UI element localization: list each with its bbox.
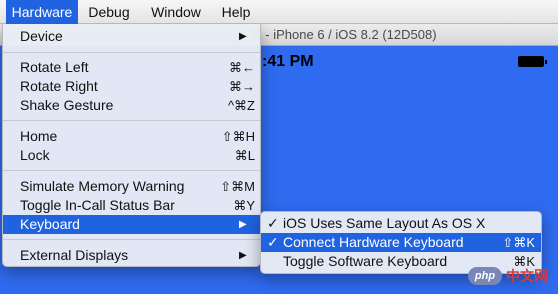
submenu-arrow-icon: ▶: [239, 250, 247, 261]
watermark: php 中文网: [468, 262, 556, 290]
shortcut-home: ⇧⌘H: [221, 129, 255, 144]
menu-separator: [3, 52, 260, 53]
menu-item-external-displays[interactable]: External Displays ▶: [3, 246, 260, 265]
shortcut-shake-gesture: ^⌘Z: [227, 98, 255, 113]
menu-item-shake-gesture[interactable]: Shake Gesture ^⌘Z: [3, 96, 260, 115]
menu-debug[interactable]: Debug: [82, 0, 136, 24]
shortcut-connect-hardware-keyboard: ⇧⌘K: [502, 235, 535, 250]
menu-separator: [3, 239, 260, 240]
menu-item-rotate-right-label: Rotate Right: [20, 78, 98, 94]
menu-item-rotate-left-label: Rotate Left: [20, 59, 89, 75]
hardware-menu: Device ▶ Rotate Left ⌘← Rotate Right ⌘→ …: [2, 24, 261, 267]
menu-item-lock[interactable]: Lock ⌘L: [3, 146, 260, 165]
submenu-arrow-icon: ▶: [239, 31, 247, 42]
submenu-arrow-icon: ▶: [239, 219, 247, 230]
checkmark-icon: ✓: [267, 215, 279, 231]
menu-hardware[interactable]: Hardware: [6, 0, 78, 24]
shortcut-rotate-right: ⌘→: [229, 79, 255, 94]
simulator-window-title: S - iPhone 6 / iOS 8.2 (12D508): [253, 27, 437, 42]
checkmark-icon: ✓: [267, 234, 279, 250]
battery-icon: [518, 56, 547, 67]
menu-item-device-label: Device: [20, 28, 63, 44]
menu-item-toggle-in-call-status-bar-label: Toggle In-Call Status Bar: [20, 197, 175, 213]
menu-separator: [3, 120, 260, 121]
shortcut-lock: ⌘L: [234, 148, 255, 163]
submenu-item-toggle-software-keyboard-label: Toggle Software Keyboard: [283, 253, 448, 269]
menu-item-keyboard-label: Keyboard: [20, 216, 80, 232]
menu-item-toggle-in-call-status-bar[interactable]: Toggle In-Call Status Bar ⌘Y: [3, 196, 260, 215]
menu-item-simulate-memory-warning-label: Simulate Memory Warning: [20, 178, 185, 194]
menu-item-keyboard[interactable]: Keyboard ▶: [3, 215, 260, 234]
menu-item-home[interactable]: Home ⇧⌘H: [3, 127, 260, 146]
watermark-text: 中文网: [506, 268, 548, 284]
menu-window[interactable]: Window: [144, 0, 208, 24]
menu-bar: Hardware Debug Window Help: [0, 0, 558, 24]
shortcut-rotate-left: ⌘←: [229, 60, 255, 75]
menu-help[interactable]: Help: [216, 0, 256, 24]
menu-item-simulate-memory-warning[interactable]: Simulate Memory Warning ⇧⌘M: [3, 177, 260, 196]
submenu-item-same-layout[interactable]: ✓ iOS Uses Same Layout As OS X: [261, 214, 541, 233]
shortcut-simulate-memory-warning: ⇧⌘M: [220, 179, 255, 194]
menu-item-shake-gesture-label: Shake Gesture: [20, 97, 114, 113]
menu-separator: [3, 170, 260, 171]
submenu-item-connect-hardware-keyboard-label: Connect Hardware Keyboard: [283, 234, 464, 250]
menu-item-home-label: Home: [20, 128, 58, 144]
php-logo-icon: php: [468, 267, 502, 285]
submenu-item-same-layout-label: iOS Uses Same Layout As OS X: [283, 215, 486, 231]
submenu-item-connect-hardware-keyboard[interactable]: ✓ Connect Hardware Keyboard ⇧⌘K: [261, 233, 541, 252]
menu-item-external-displays-label: External Displays: [20, 247, 129, 263]
status-bar-time: :41 PM: [262, 53, 314, 70]
menu-item-device[interactable]: Device ▶: [3, 27, 260, 46]
menu-item-rotate-left[interactable]: Rotate Left ⌘←: [3, 58, 260, 77]
menu-item-lock-label: Lock: [20, 147, 50, 163]
menu-item-rotate-right[interactable]: Rotate Right ⌘→: [3, 77, 260, 96]
shortcut-toggle-in-call-status-bar: ⌘Y: [233, 198, 255, 213]
